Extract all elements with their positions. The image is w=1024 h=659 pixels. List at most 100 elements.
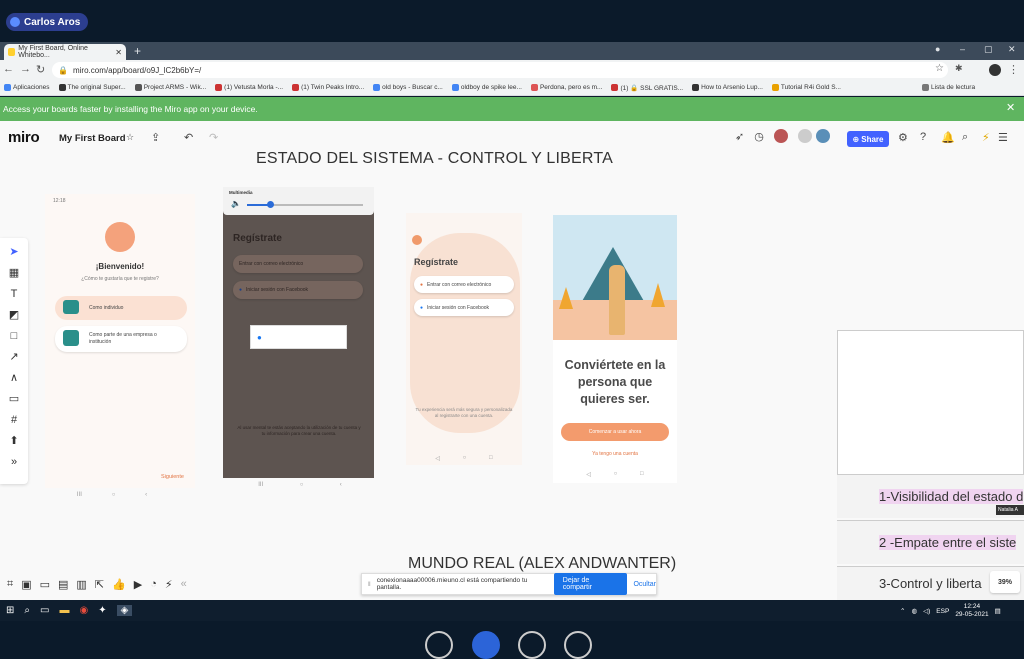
language-indicator[interactable]: ESP — [936, 608, 949, 615]
next-link[interactable]: Siguiente — [161, 474, 184, 480]
facebook-option[interactable]: ● Iniciar sesión con Facebook — [233, 281, 363, 299]
avatar[interactable] — [773, 129, 788, 143]
chrome-icon[interactable]: ◉ — [79, 605, 88, 616]
mute-button[interactable] — [425, 631, 453, 659]
hide-button[interactable]: Ocultar — [633, 581, 656, 588]
connector-icon[interactable]: ↗ — [9, 350, 18, 365]
forward-button[interactable]: → — [20, 63, 31, 75]
close-tab-icon[interactable]: ✕ — [115, 48, 122, 57]
comment-icon[interactable]: ▭ — [9, 392, 19, 407]
phone-screenshot-welcome[interactable]: 12:18 ¡Bienvenido! ¿Cómo te gustaría que… — [45, 194, 195, 488]
frame-icon[interactable]: # — [11, 413, 17, 428]
avatar[interactable] — [815, 129, 830, 143]
file-explorer-icon[interactable]: ▬ — [59, 605, 69, 616]
search-icon[interactable]: ⌕ — [962, 131, 968, 144]
back-button[interactable]: ← — [3, 63, 14, 75]
share-screen-button[interactable] — [518, 631, 546, 659]
clock[interactable]: 12:24 29-05-2021 — [955, 603, 988, 619]
share-button[interactable]: ⊕ Share — [847, 131, 889, 147]
install-app-banner[interactable]: Access your boards faster by installing … — [0, 97, 1024, 121]
profile-avatar[interactable] — [989, 64, 1001, 76]
phone-screenshot-register-light[interactable]: Regístrate ● Entrar con correo electrónic… — [406, 213, 522, 465]
timer-icon[interactable]: ◷ — [754, 130, 764, 143]
url-field[interactable]: 🔒 miro.com/app/board/o9J_lC2b6bY=/ — [52, 62, 948, 78]
email-option[interactable]: ● Entrar con correo electrónico — [414, 276, 514, 293]
bookmark-star-icon[interactable]: ☆ — [935, 63, 944, 74]
select-tool-icon[interactable]: ➤ — [9, 245, 18, 260]
bookmark-item[interactable]: How to Arsenio Lup... — [692, 84, 763, 91]
more-options-button[interactable] — [564, 631, 592, 659]
bookmark-item[interactable]: Tutorial R4i Gold S... — [771, 84, 841, 91]
export-icon[interactable]: ⇪ — [151, 131, 160, 144]
back-icon[interactable] — [412, 235, 422, 245]
task-view-icon[interactable]: ▭ — [40, 605, 49, 616]
search-icon[interactable]: ⌕ — [24, 605, 30, 616]
cta-button[interactable]: Comenzar a usar ahora — [561, 423, 669, 441]
volume-icon[interactable]: ◁) — [923, 607, 930, 615]
bookmark-item[interactable]: (1) Twin Peaks Intro... — [292, 84, 364, 91]
sticky-note-empty[interactable] — [837, 330, 1024, 475]
login-link[interactable]: Ya tengo una cuenta — [553, 451, 677, 457]
email-option[interactable]: Entrar con correo electrónico — [233, 255, 363, 273]
upload-icon[interactable]: ⬆ — [9, 434, 18, 449]
zoom-level[interactable]: 39% — [990, 571, 1020, 593]
browser-tab[interactable]: My First Board, Online Whitebo... ✕ — [4, 44, 126, 60]
bookmark-item[interactable]: oldboy de spike lee... — [451, 84, 522, 91]
reading-list[interactable]: Lista de lectura — [922, 84, 975, 91]
sticky-note-icon[interactable]: ◩ — [9, 308, 19, 323]
shape-tool-icon[interactable]: □ — [11, 329, 18, 344]
templates-icon[interactable]: ▦ — [9, 266, 19, 281]
upgrade-icon[interactable]: ⚡ — [982, 131, 990, 144]
share-screen-icon[interactable]: ⇱ — [95, 578, 104, 591]
help-icon[interactable]: ? — [920, 131, 926, 143]
bookmark-item[interactable]: The original Super... — [58, 84, 126, 91]
app-icon[interactable]: ✦ — [98, 605, 106, 616]
more-tools-icon[interactable]: » — [11, 455, 17, 470]
network-icon[interactable]: ◍ — [911, 607, 917, 615]
text-tool-icon[interactable]: T — [11, 287, 18, 302]
board-menu-icon[interactable]: ☰ — [998, 131, 1008, 144]
bookmark-item[interactable]: (1) Vetusta Morla -... — [215, 84, 283, 91]
board-name[interactable]: My First Board — [59, 133, 126, 144]
timer-icon[interactable]: ◔ — [150, 578, 157, 590]
notifications-icon[interactable]: 🔔 — [941, 131, 955, 144]
undo-icon[interactable]: ↶ — [184, 131, 193, 144]
volume-slider-handle[interactable] — [267, 201, 274, 208]
notifications-icon[interactable]: ▤ — [995, 607, 1001, 615]
cards-icon[interactable]: ▥ — [76, 578, 86, 591]
heuristic-card[interactable]: 2 -Empate entre el siste — [837, 520, 1024, 564]
miro-logo[interactable]: miro — [8, 129, 40, 146]
bookmark-item[interactable]: (1) 🔒 SSL GRATIS... — [611, 84, 683, 92]
collapse-icon[interactable]: « — [181, 578, 187, 590]
chat-icon[interactable]: ▭ — [40, 578, 50, 591]
close-banner-icon[interactable]: ✕ — [1006, 101, 1015, 114]
stop-sharing-button[interactable]: Dejar de compartir — [553, 573, 628, 595]
avatar[interactable] — [797, 129, 812, 143]
tray-arrow-icon[interactable]: ⌃ — [900, 607, 905, 615]
bookmark-item[interactable]: Aplicaciones — [4, 84, 50, 91]
redo-icon[interactable]: ↷ — [209, 131, 218, 144]
windows-start-icon[interactable]: ⊞ — [6, 605, 14, 616]
facebook-option[interactable]: ● Iniciar sesión con Facebook — [414, 299, 514, 316]
phone-screenshot-register-dark[interactable]: Multimedia 🔈 Regístrate Entrar con corre… — [223, 187, 374, 478]
bookmark-item[interactable]: old boys - Buscar c... — [373, 84, 443, 91]
star-icon[interactable]: ☆ — [126, 132, 134, 143]
drag-handle-icon[interactable]: ‖ — [368, 581, 371, 588]
app-icon[interactable]: ◈ — [116, 605, 133, 616]
bookmark-item[interactable]: Project ARMS - Wik... — [134, 84, 206, 91]
extensions-icon[interactable]: ✱ — [955, 63, 963, 74]
browser-menu-icon[interactable]: ⋮ — [1008, 63, 1019, 76]
presentation-icon[interactable]: ▣ — [21, 578, 31, 591]
reload-button[interactable]: ↻ — [36, 63, 45, 76]
activity-icon[interactable]: ⚡ — [165, 578, 173, 591]
camera-button[interactable] — [472, 631, 500, 659]
video-icon[interactable]: ▶ — [134, 578, 142, 591]
bookmark-item[interactable]: Perdona, pero es m... — [530, 84, 602, 91]
comments-icon[interactable]: ▤ — [58, 578, 68, 591]
facebook-dialog[interactable] — [250, 325, 347, 349]
frames-icon[interactable]: ⌗ — [7, 578, 13, 591]
like-icon[interactable]: 👍 — [112, 578, 126, 591]
new-tab-button[interactable]: + — [134, 44, 141, 58]
settings-icon[interactable]: ⚙ — [898, 131, 908, 144]
celebrate-icon[interactable]: ➶ — [735, 130, 744, 143]
